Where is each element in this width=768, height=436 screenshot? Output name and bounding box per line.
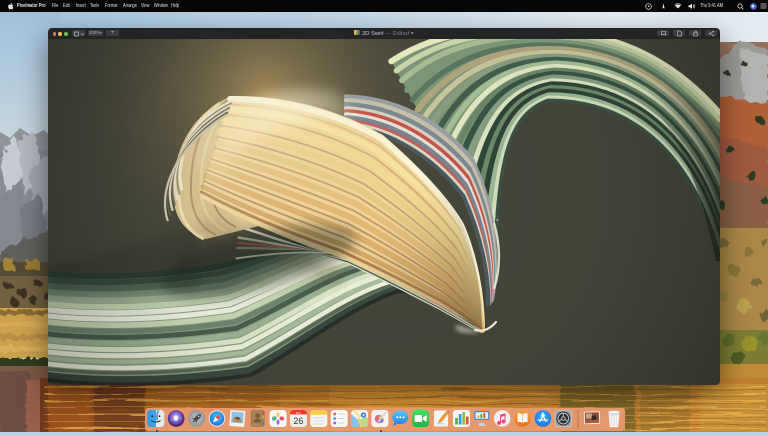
svg-text:26: 26	[293, 416, 303, 426]
svg-text:JUL: JUL	[296, 411, 302, 415]
